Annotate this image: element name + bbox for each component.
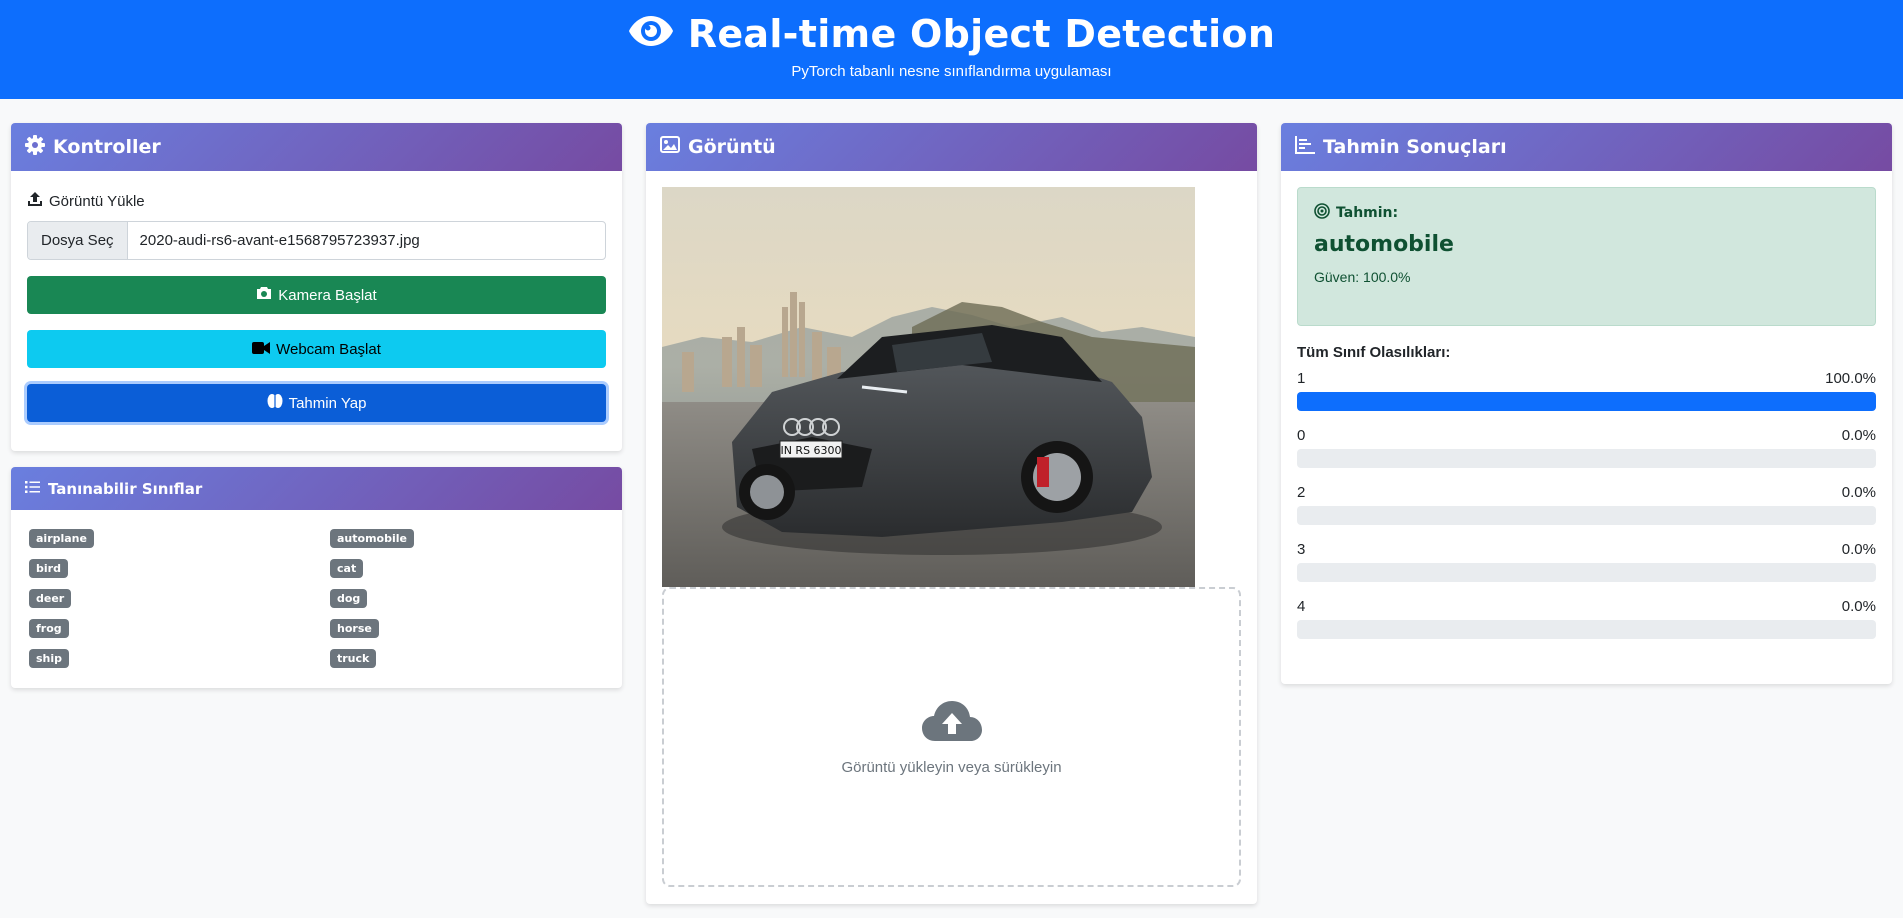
class-badge: airplane — [29, 529, 94, 548]
prediction-label: Tahmin: — [1314, 203, 1859, 223]
class-probabilities: Tüm Sınıf Olasılıkları: 1 100.0% 0 0.0% … — [1281, 344, 1892, 639]
camera-icon — [256, 286, 272, 304]
probability-bar — [1297, 392, 1876, 411]
probability-value: 100.0% — [1825, 370, 1876, 387]
prediction-alert: Tahmin: automobile Güven: 100.0% — [1297, 187, 1876, 326]
probability-label: 4 — [1297, 598, 1306, 615]
controls-card-header: Kontroller — [11, 123, 622, 171]
page-title: Real-time Object Detection — [687, 11, 1276, 56]
probability-value: 0.0% — [1841, 427, 1876, 444]
uploaded-image: IN RS 6300 — [662, 187, 1195, 587]
chart-bar-icon — [1295, 135, 1315, 159]
probability-row: 3 0.0% — [1297, 541, 1876, 582]
probability-label: 3 — [1297, 541, 1306, 558]
predict-button[interactable]: Tahmin Yap — [27, 384, 606, 422]
class-badge: automobile — [330, 529, 414, 548]
class-badge: horse — [330, 619, 379, 638]
probability-label: 2 — [1297, 484, 1306, 501]
prediction-label-text: Tahmin: — [1336, 205, 1399, 221]
probability-bar — [1297, 563, 1876, 582]
probabilities-title: Tüm Sınıf Olasılıkları: — [1297, 344, 1451, 361]
probability-bar — [1297, 449, 1876, 468]
brain-icon — [267, 393, 283, 413]
probability-value: 0.0% — [1841, 541, 1876, 558]
probability-row: 4 0.0% — [1297, 598, 1876, 639]
svg-text:IN RS 6300: IN RS 6300 — [780, 444, 841, 457]
class-badge: ship — [29, 649, 70, 668]
results-card-header: Tahmin Sonuçları — [1281, 123, 1892, 171]
probability-value: 0.0% — [1841, 484, 1876, 501]
dropzone-text: Görüntü yükleyin veya sürükleyin — [841, 758, 1062, 776]
probability-label: 0 — [1297, 427, 1306, 444]
image-card-header: Görüntü — [646, 123, 1257, 171]
class-badge-grid: airplane automobile bird cat deer dog fr… — [11, 510, 622, 687]
classes-title: Tanınabilir Sınıflar — [48, 479, 203, 498]
list-icon — [25, 480, 40, 498]
results-title: Tahmin Sonuçları — [1323, 136, 1507, 158]
class-badge: deer — [29, 589, 72, 608]
probability-bar — [1297, 620, 1876, 639]
prediction-value: automobile — [1314, 232, 1454, 257]
prediction-confidence: Güven: 100.0% — [1314, 269, 1411, 285]
header-title-row: Real-time Object Detection — [0, 0, 1903, 60]
class-badge: truck — [330, 649, 377, 668]
start-webcam-label: Webcam Başlat — [276, 340, 381, 358]
probability-value: 0.0% — [1841, 598, 1876, 615]
controls-body: Görüntü Yükle Dosya Seç 2020-audi-rs6-av… — [11, 171, 622, 438]
probability-bar — [1297, 506, 1876, 525]
controls-title: Kontroller — [53, 136, 161, 158]
classes-card: Tanınabilir Sınıflar airplane automobile… — [11, 467, 622, 688]
start-camera-button[interactable]: Kamera Başlat — [27, 276, 606, 314]
image-dropzone[interactable]: Görüntü yükleyin veya sürükleyin — [662, 587, 1241, 887]
start-camera-label: Kamera Başlat — [278, 286, 377, 304]
page-subtitle: PyTorch tabanlı nesne sınıflandırma uygu… — [791, 63, 1112, 80]
upload-label: Görüntü Yükle — [27, 191, 606, 211]
probability-row: 0 0.0% — [1297, 427, 1876, 468]
probability-bar-fill — [1297, 392, 1876, 411]
upload-label-text: Görüntü Yükle — [49, 192, 145, 210]
gear-icon — [25, 134, 45, 160]
image-card: Görüntü IN RS 6300 Görüntü yükleyin veya… — [646, 123, 1257, 904]
choose-file-button[interactable]: Dosya Seç — [28, 222, 128, 259]
controls-card: Kontroller Görüntü Yükle Dosya Seç 2020-… — [11, 123, 622, 451]
probability-label: 1 — [1297, 370, 1306, 387]
app-header: Real-time Object Detection PyTorch taban… — [0, 0, 1903, 99]
probability-row: 1 100.0% — [1297, 370, 1876, 411]
results-card: Tahmin Sonuçları Tahmin: automobile Güve… — [1281, 123, 1892, 684]
start-webcam-button[interactable]: Webcam Başlat — [27, 330, 606, 368]
file-input[interactable]: Dosya Seç 2020-audi-rs6-avant-e156879572… — [27, 221, 606, 260]
class-badge: bird — [29, 559, 68, 578]
image-icon — [660, 136, 680, 158]
class-badge: frog — [29, 619, 69, 638]
eye-icon — [628, 14, 674, 53]
cloud-upload-icon — [921, 699, 983, 747]
selected-file-name: 2020-audi-rs6-avant-e1568795723937.jpg — [139, 232, 420, 249]
image-title: Görüntü — [688, 136, 776, 158]
upload-icon — [27, 191, 43, 211]
video-icon — [252, 341, 271, 358]
predict-label: Tahmin Yap — [288, 394, 367, 412]
class-badge: dog — [330, 589, 368, 608]
class-badge: cat — [330, 559, 364, 578]
classes-card-header: Tanınabilir Sınıflar — [11, 467, 622, 510]
bullseye-icon — [1314, 203, 1330, 223]
probability-row: 2 0.0% — [1297, 484, 1876, 525]
